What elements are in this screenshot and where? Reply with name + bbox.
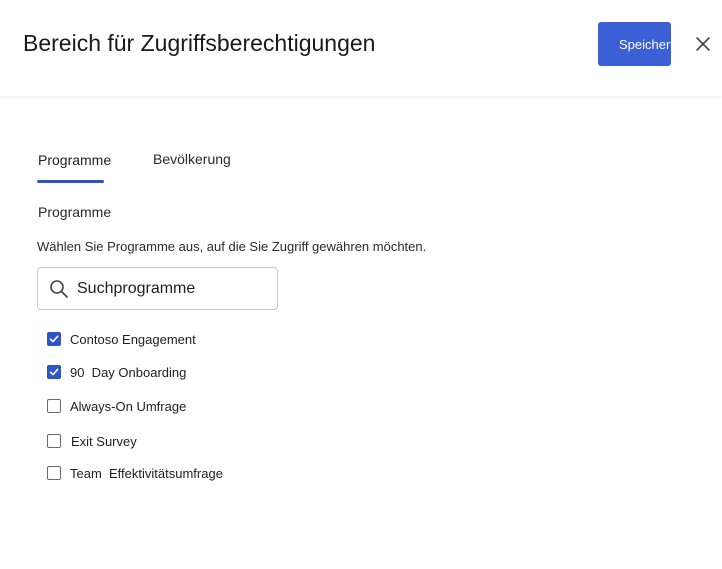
panel-title: Bereich für Zugriffsberechtigungen xyxy=(23,30,376,56)
checkbox-checked[interactable] xyxy=(47,365,61,379)
checkbox-unchecked[interactable] xyxy=(47,466,61,480)
tab-population[interactable]: Bevölkerung xyxy=(153,151,231,167)
checkbox-checked[interactable] xyxy=(47,332,61,346)
program-item-team-effektivitaetsumfrage[interactable]: Team Effektivitätsumfrage xyxy=(47,464,307,484)
checkmark-icon xyxy=(49,335,59,343)
program-label: 90 Day Onboarding xyxy=(70,365,187,380)
save-button[interactable]: Speichern xyxy=(598,22,671,66)
close-button[interactable] xyxy=(693,34,713,54)
program-label: Contoso Engagement xyxy=(70,332,196,347)
checkbox-unchecked[interactable] xyxy=(47,434,61,448)
search-box xyxy=(37,267,278,310)
checkmark-icon xyxy=(49,368,59,376)
checkbox-unchecked[interactable] xyxy=(47,399,61,413)
program-label: Always-On Umfrage xyxy=(70,399,187,414)
panel-header: Bereich für Zugriffsberechtigungen Speic… xyxy=(0,0,722,96)
close-icon xyxy=(696,37,710,51)
search-input[interactable] xyxy=(77,278,272,300)
program-label: Exit Survey xyxy=(71,434,137,449)
program-item-contoso-engagement[interactable]: Contoso Engagement xyxy=(47,330,307,350)
search-icon xyxy=(50,280,68,298)
access-scope-panel: Bereich für Zugriffsberechtigungen Speic… xyxy=(0,0,722,569)
section-description: Wählen Sie Programme aus, auf die Sie Zu… xyxy=(37,239,427,254)
selected-tab-indicator xyxy=(37,180,104,183)
section-heading: Programme xyxy=(38,204,112,220)
tab-programs[interactable]: Programme xyxy=(38,152,111,168)
program-label: Team Effektivitätsumfrage xyxy=(70,466,223,481)
program-item-always-on-umfrage[interactable]: Always-On Umfrage xyxy=(47,397,307,417)
tab-list: Programme Bevölkerung xyxy=(37,150,337,186)
program-item-exit-survey[interactable]: Exit Survey xyxy=(47,432,307,452)
program-item-90-day-onboarding[interactable]: 90 Day Onboarding xyxy=(47,363,307,383)
